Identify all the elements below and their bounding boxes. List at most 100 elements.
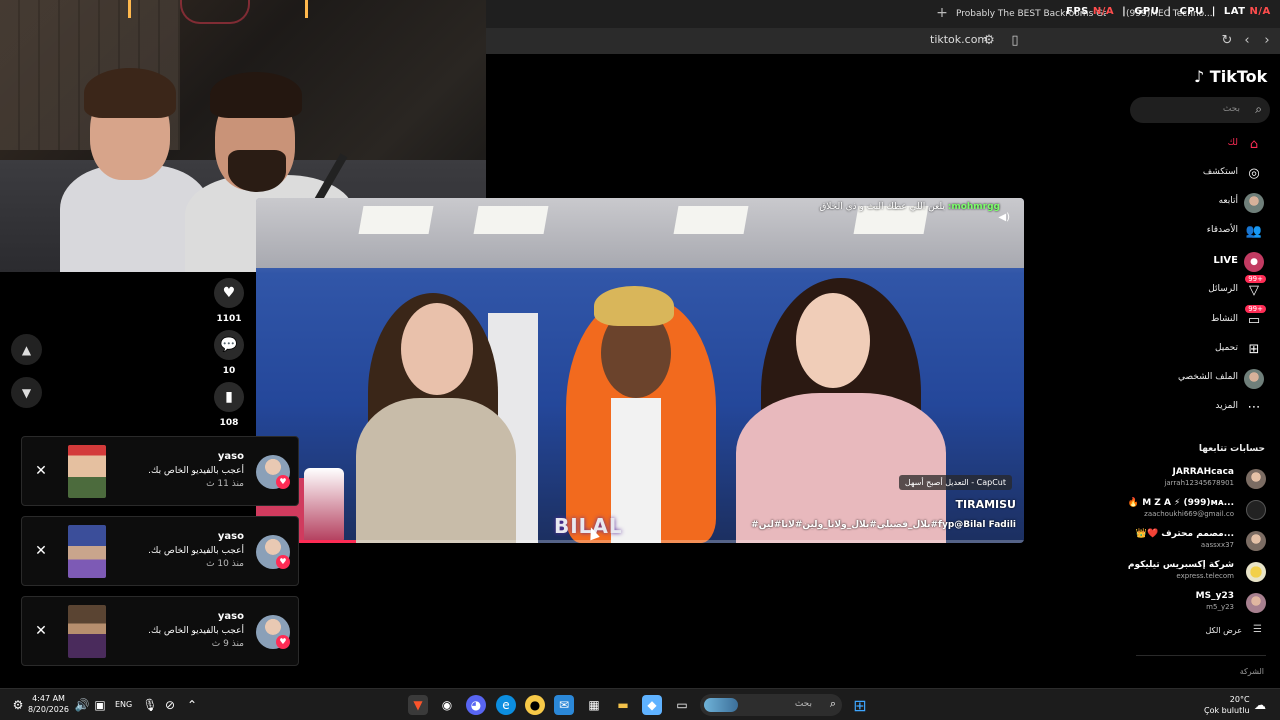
comment-action[interactable]: 💬 10	[214, 330, 244, 376]
bookmark-icon[interactable]: ▯	[1006, 32, 1024, 50]
close-icon[interactable]: ✕	[32, 542, 50, 560]
performance-overlay: FPS N/A | GPU | CPU | LAT N/A	[1066, 6, 1271, 17]
plus-icon[interactable]: +	[934, 5, 950, 21]
friends-icon: 👥	[1245, 224, 1263, 239]
messages-badge: 99+	[1245, 275, 1266, 283]
tiktok-logo[interactable]: ♪ TikTok	[1194, 67, 1267, 86]
see-all-link[interactable]: عرض الكل ☰	[1190, 624, 1266, 640]
obs-icon[interactable]: ◉	[437, 695, 457, 715]
display-icon[interactable]: ▣	[90, 695, 110, 715]
search-icon[interactable]: ⌕	[1255, 102, 1262, 117]
sidebar-item-label: LIVE	[1213, 255, 1238, 266]
sidebar-item-following[interactable]: أتابعه	[1140, 192, 1266, 214]
discord-icon[interactable]: ◕	[466, 695, 486, 715]
chat-overlay: mohmrgg: يلعن اللي عطك البث و ذي الخلاق	[819, 202, 1000, 212]
close-icon[interactable]: ✕	[32, 462, 50, 480]
sidebar-item-label: لك	[1227, 138, 1238, 148]
chat-user: mohmrgg:	[947, 202, 1000, 212]
sidebar-item-profile[interactable]: الملف الشخصي	[1140, 368, 1266, 390]
search-input[interactable]: بحث ⌕	[1130, 97, 1270, 123]
sidebar-item-label: الملف الشخصي	[1178, 372, 1238, 382]
clock-time: 4:47 AM	[32, 694, 65, 703]
streamer-left-hair	[84, 68, 176, 118]
sidebar-item-label: الأصدقاء	[1206, 225, 1238, 235]
search-highlight-image	[704, 698, 738, 712]
edge-icon[interactable]: e	[496, 695, 516, 715]
cpu-label: CPU	[1179, 6, 1204, 17]
sidebar-item-for-you[interactable]: لك ⌂	[1140, 134, 1266, 156]
previous-video-button[interactable]: ▲	[11, 334, 42, 365]
sidebar-divider	[1136, 655, 1266, 656]
compass-icon: ◎	[1248, 166, 1260, 181]
following-account[interactable]: JARRAHcaca jarrah12345678901	[1120, 466, 1266, 492]
close-icon[interactable]: ✕	[32, 622, 50, 640]
chevron-up-icon[interactable]: ⌃	[182, 695, 202, 715]
video-player[interactable]: mohmrgg: يلعن اللي عطك البث و ذي الخلاق …	[256, 198, 1024, 543]
following-handle: zaachoukhi669@gmail.co	[1144, 510, 1234, 518]
video-description: #بلال_فضيلي#بلال_ولانا_ولين#لانا#لين#fyp…	[751, 520, 1016, 530]
following-account[interactable]: شركة إكسبريس تيليكوم express.telecom	[1120, 559, 1266, 585]
following-handle: aassxx37	[1200, 541, 1234, 549]
window-icon[interactable]: ▭	[672, 695, 692, 715]
video-progress-bar[interactable]	[256, 540, 1024, 543]
comment-icon[interactable]: 💬	[214, 330, 244, 360]
sidebar-item-activity[interactable]: النشاط ▭ 99+	[1140, 305, 1266, 332]
microphone-icon[interactable]: 🎙	[140, 695, 160, 715]
like-action[interactable]: ♥ 1101	[214, 278, 244, 324]
back-icon[interactable]: ‹	[1238, 32, 1256, 50]
fps-value: N/A	[1092, 6, 1115, 17]
language-indicator[interactable]: ENG	[115, 700, 132, 709]
settings-icon[interactable]: ⚙	[8, 695, 28, 715]
weather-widget[interactable]: 20°C Çok bulutlu	[1204, 694, 1250, 716]
video-author[interactable]: TIRAMISU	[956, 498, 1016, 511]
notification-thumbnail[interactable]	[68, 445, 106, 498]
capcut-badge[interactable]: CapCut - التعديل أصبح أسهل	[898, 475, 1012, 490]
activity-icon: ▭	[1247, 313, 1261, 328]
search-icon: ⌕	[829, 697, 836, 710]
save-action[interactable]: ▮ 108	[214, 382, 244, 428]
volume-icon[interactable]: ◀)	[998, 212, 1010, 223]
notification-message: أعجب بالفيديو الخاص بك.	[148, 546, 244, 556]
notification-toast[interactable]: ✕ yaso أعجب بالفيديو الخاص بك. منذ 10 ث …	[21, 516, 299, 586]
sidebar-item-friends[interactable]: الأصدقاء 👥	[1140, 221, 1266, 243]
notification-thumbnail[interactable]	[68, 525, 106, 578]
following-account[interactable]: MS_y23 m5_y23	[1120, 590, 1266, 616]
like-count: 1101	[216, 314, 242, 324]
folder-icon[interactable]: ▬	[613, 695, 633, 715]
forward-icon[interactable]: ›	[1258, 32, 1276, 50]
heart-icon[interactable]: ♥	[214, 278, 244, 308]
system-clock[interactable]: 4:47 AM 8/20/2026	[28, 693, 69, 715]
sidebar-item-messages[interactable]: الرسائل ▽ 99+	[1140, 275, 1266, 302]
home-icon: ⌂	[1249, 137, 1259, 152]
video-person-left-body	[356, 398, 516, 543]
company-link[interactable]: الشركة	[1240, 667, 1264, 676]
following-account[interactable]: 🔥 M Z A ⚡ (999)ᴍᴀ... zaachoukhi669@gmail…	[1120, 497, 1266, 523]
notification-toast[interactable]: ✕ yaso أعجب بالفيديو الخاص بك. منذ 11 ث …	[21, 436, 299, 506]
windows-start-icon[interactable]: ⊞	[850, 695, 870, 715]
reload-icon[interactable]: ↻	[1218, 32, 1236, 50]
bookmark-icon[interactable]: ▮	[214, 382, 244, 412]
volume-icon[interactable]: 🔊	[72, 695, 92, 715]
notification-thumbnail[interactable]	[68, 605, 106, 658]
sidebar-item-more[interactable]: المزيد ⋯	[1140, 397, 1266, 419]
next-video-button[interactable]: ▼	[11, 377, 42, 408]
avatar	[1246, 500, 1266, 520]
sidebar-item-upload[interactable]: تحميل ⊞	[1140, 339, 1266, 361]
sidebar-item-label: النشاط	[1210, 314, 1238, 324]
chrome-icon[interactable]: ●	[525, 695, 545, 715]
taskbar-search-input[interactable]: بحث ⌕	[700, 694, 842, 716]
notification-toast[interactable]: ✕ yaso أعجب بالفيديو الخاص بك. منذ 9 ث ♥	[21, 596, 299, 666]
sidebar-item-explore[interactable]: استكشف ◎	[1140, 163, 1266, 185]
outlook-icon[interactable]: ✉	[554, 695, 574, 715]
network-icon[interactable]: ⊘	[160, 695, 180, 715]
brave-browser-icon[interactable]: ▼	[408, 695, 428, 715]
app-icon[interactable]: ◆	[642, 695, 662, 715]
sidebar-item-live[interactable]: LIVE ●	[1140, 251, 1266, 273]
following-account[interactable]: 👑❤️ مصمم محترف... aassxx37	[1120, 528, 1266, 554]
webcam-neon-sign	[180, 0, 250, 24]
avatar-icon	[1244, 193, 1264, 213]
store-icon[interactable]: ▦	[584, 695, 604, 715]
tune-icon[interactable]: ⚙	[980, 32, 998, 50]
notification-user: yaso	[217, 531, 244, 542]
activity-badge: 99+	[1245, 305, 1266, 313]
